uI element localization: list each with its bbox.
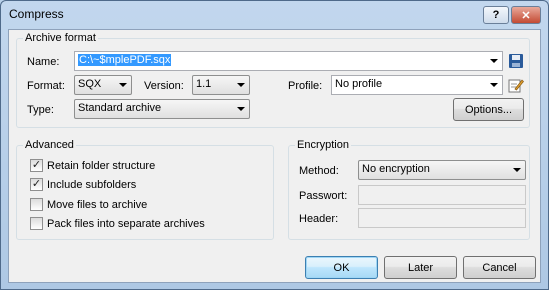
type-label: Type: (27, 104, 54, 116)
options-button[interactable]: Options... (453, 98, 524, 121)
header-label: Header: (299, 213, 339, 225)
save-icon[interactable] (508, 53, 524, 69)
type-value: Standard archive (78, 102, 162, 114)
chevron-down-icon (490, 59, 498, 63)
cancel-button-label: Cancel (482, 261, 517, 274)
chevron-down-icon (237, 107, 245, 111)
checkbox-box (30, 198, 43, 211)
encryption-label: Encryption (295, 139, 351, 151)
checkbox-label: Retain folder structure (47, 159, 156, 172)
archive-format-group: Archive format Name: C:\~$mplePDF.sqx Fo… (16, 32, 530, 128)
checkmark-icon: ✓ (31, 159, 42, 171)
ok-button-label: OK (333, 261, 350, 274)
include-subfolders-checkbox[interactable]: ✓ Include subfolders (30, 178, 136, 191)
type-select[interactable]: Standard archive (74, 99, 250, 119)
later-button-label: Later (407, 261, 434, 274)
profile-select[interactable]: No profile (331, 75, 503, 95)
chevron-down-icon (119, 83, 127, 87)
profile-value: No profile (335, 78, 383, 90)
name-label: Name: (27, 56, 60, 68)
password-field[interactable] (358, 185, 526, 205)
close-button[interactable]: ✕ (511, 6, 541, 24)
help-button[interactable]: ? (483, 6, 509, 24)
header-field[interactable] (358, 208, 526, 228)
password-label: Passwort: (299, 190, 348, 202)
version-value: 1.1 (196, 78, 212, 90)
format-value: SQX (78, 78, 102, 90)
chevron-down-icon (490, 83, 498, 87)
advanced-label: Advanced (23, 139, 76, 151)
checkmark-icon: ✓ (31, 178, 42, 190)
archive-format-label: Archive format (23, 32, 98, 44)
ok-button[interactable]: OK (305, 256, 378, 279)
format-select[interactable]: SQX (74, 75, 132, 95)
version-select[interactable]: 1.1 (192, 75, 250, 95)
chevron-down-icon (237, 83, 245, 87)
encryption-group: Encryption Method: No encryption Passwor… (288, 139, 530, 240)
checkbox-box (30, 217, 43, 230)
dialog-body: Archive format Name: C:\~$mplePDF.sqx Fo… (8, 29, 541, 283)
title-bar[interactable]: Compress ? ✕ (1, 1, 548, 29)
method-value: No encryption (362, 163, 430, 175)
archive-name-combo[interactable]: C:\~$mplePDF.sqx (74, 51, 503, 71)
pack-separate-checkbox[interactable]: Pack files into separate archives (30, 217, 205, 230)
help-icon: ? (492, 9, 500, 21)
checkbox-label: Move files to archive (47, 198, 148, 211)
checkbox-box: ✓ (30, 159, 43, 172)
window-title: Compress (9, 7, 64, 21)
cancel-button[interactable]: Cancel (463, 256, 536, 279)
advanced-group: Advanced ✓ Retain folder structure ✓ Inc… (16, 139, 274, 240)
later-button[interactable]: Later (384, 256, 457, 279)
method-label: Method: (299, 165, 339, 177)
close-icon: ✕ (521, 9, 531, 22)
profile-label: Profile: (288, 80, 323, 92)
checkbox-label: Include subfolders (47, 178, 137, 191)
archive-name-value: C:\~$mplePDF.sqx (78, 54, 172, 66)
checkbox-box: ✓ (30, 178, 43, 191)
chevron-down-icon (513, 168, 521, 172)
move-files-checkbox[interactable]: Move files to archive (30, 198, 147, 211)
retain-folder-structure-checkbox[interactable]: ✓ Retain folder structure (30, 159, 155, 172)
version-label: Version: (144, 80, 184, 92)
edit-profile-icon[interactable] (508, 77, 524, 93)
compress-dialog: Compress ? ✕ Archive format Name: C:\~$m… (0, 0, 549, 290)
format-label: Format: (27, 80, 65, 92)
options-button-label: Options... (464, 103, 513, 116)
checkbox-label: Pack files into separate archives (47, 217, 205, 230)
encryption-method-select[interactable]: No encryption (358, 160, 526, 180)
